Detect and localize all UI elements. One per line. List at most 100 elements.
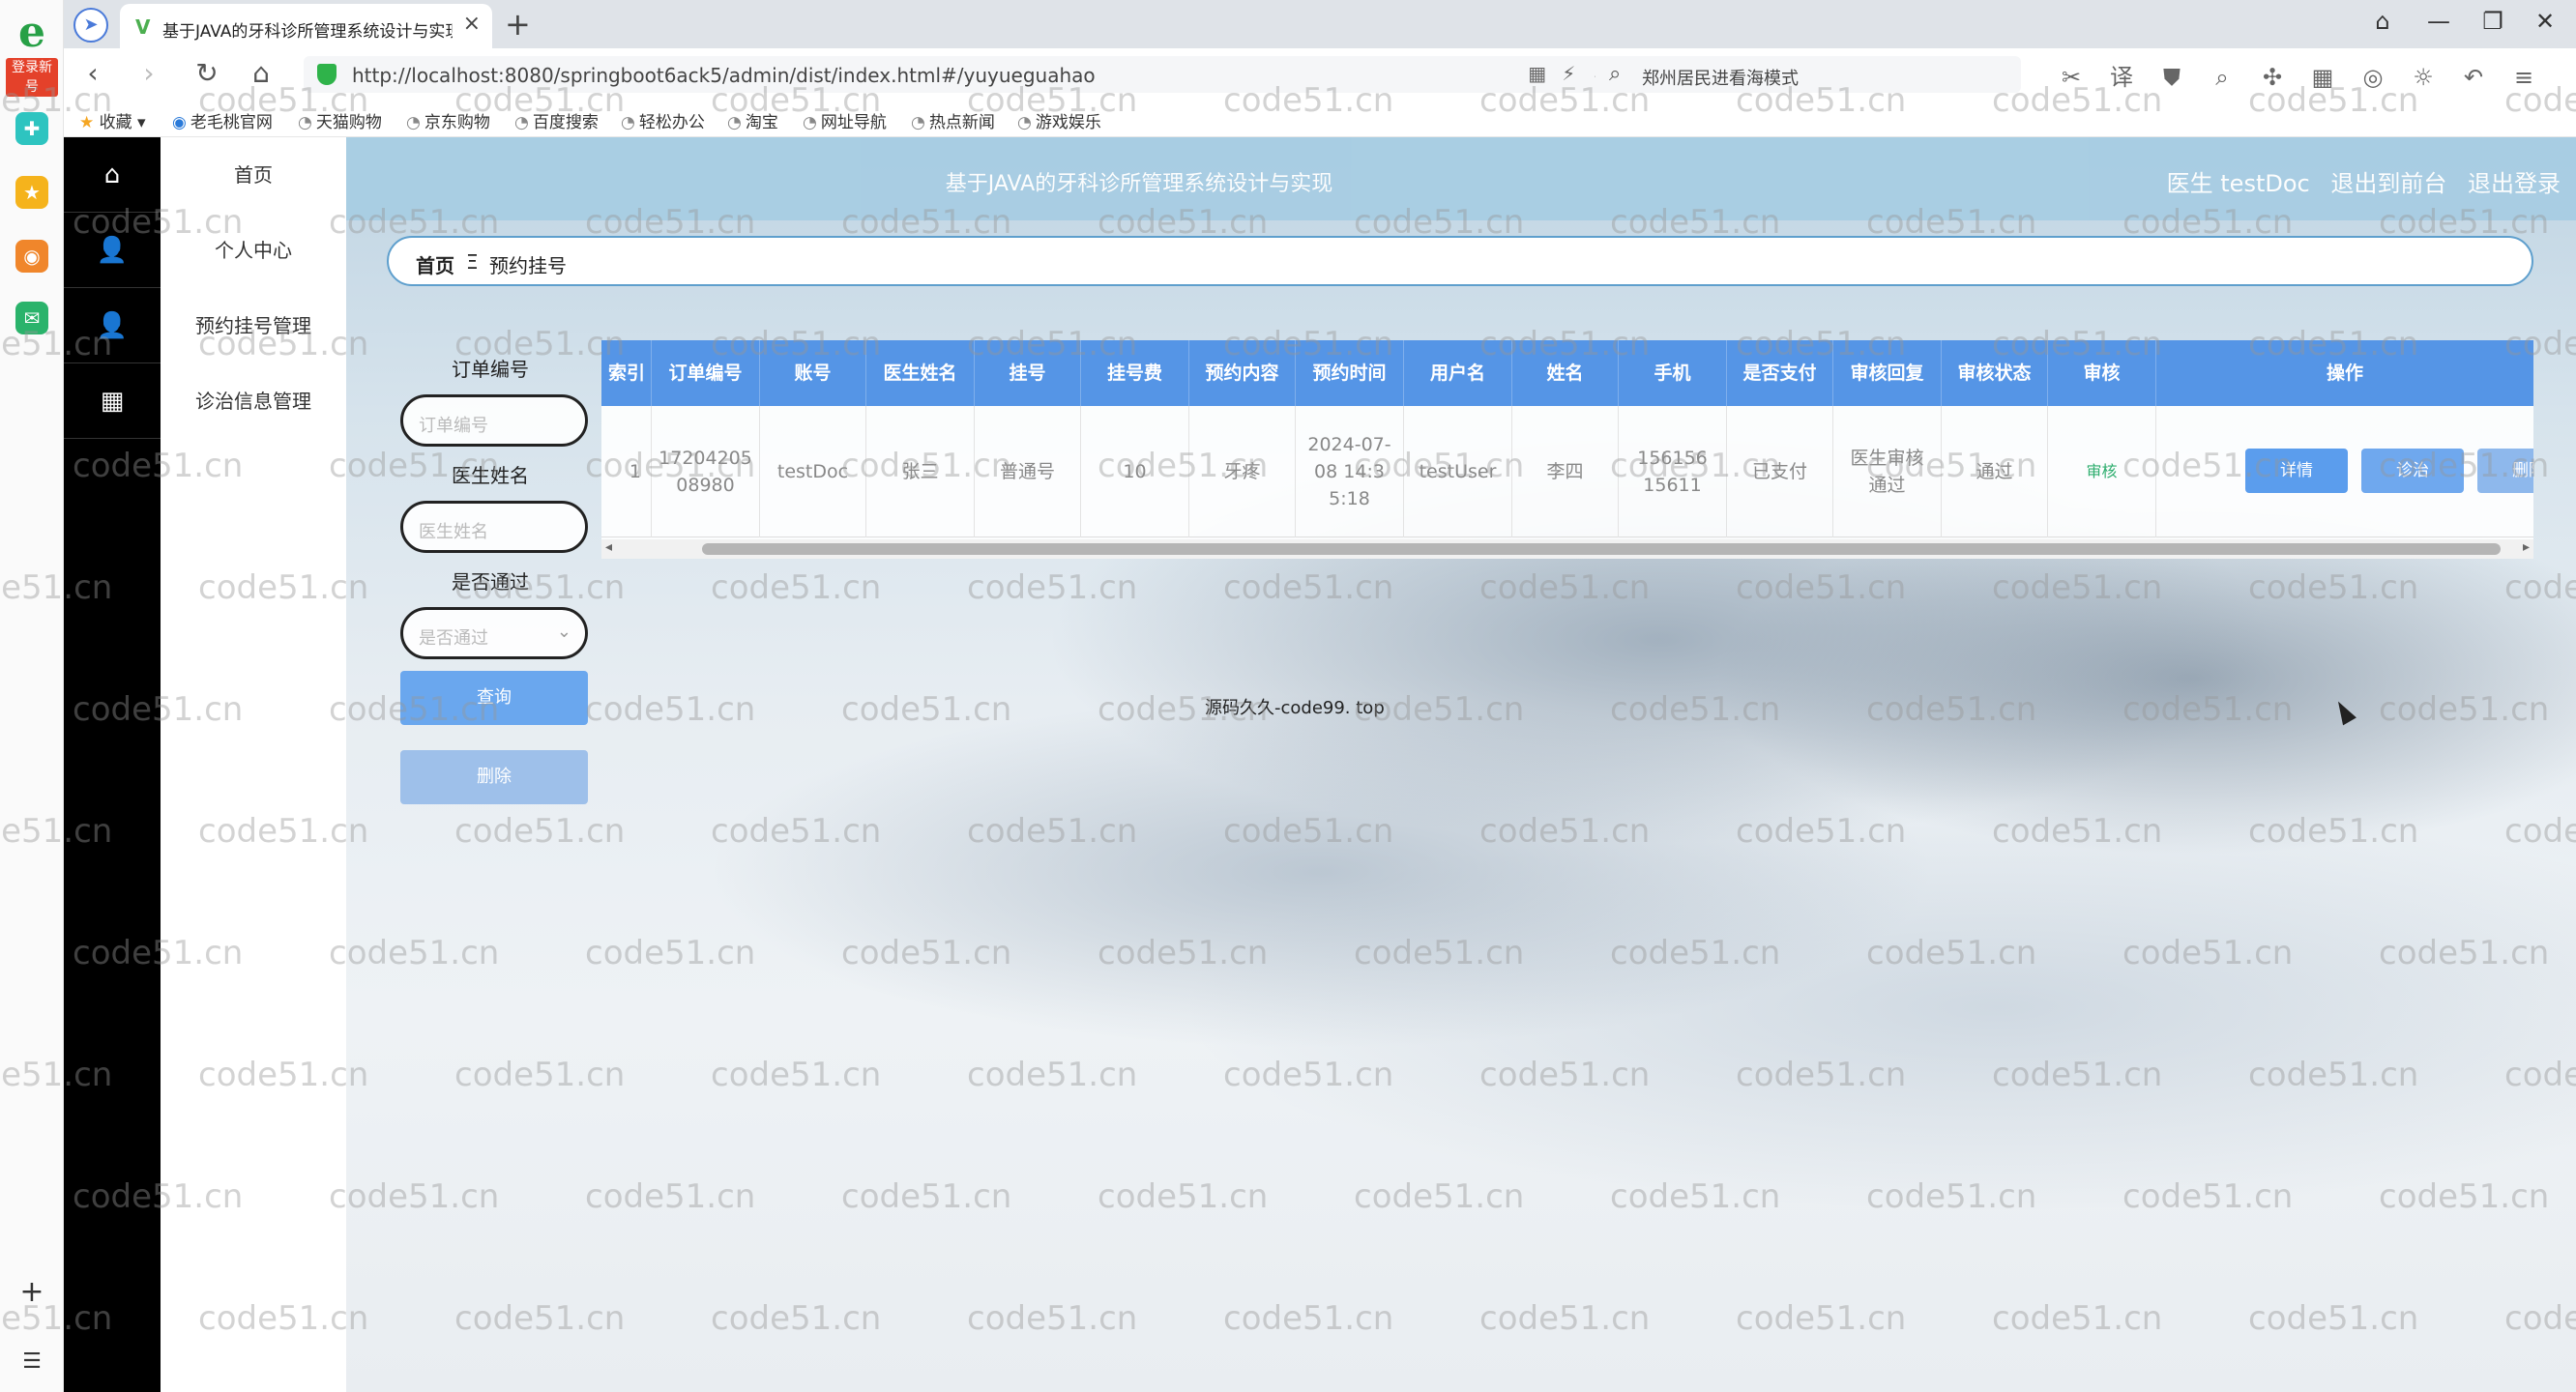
home-icon[interactable]: ⌂ (244, 58, 278, 89)
browser-logo[interactable]: e 登录新号 (6, 12, 58, 97)
plus-app-icon[interactable]: ✚ (15, 112, 48, 145)
puzzle-icon[interactable]: ✣ (2247, 64, 2298, 91)
horizontal-scrollbar[interactable]: ◂ ▸ (601, 539, 2533, 559)
shield-ext-icon[interactable]: ⛊ (2147, 64, 2197, 91)
tab-close-icon[interactable]: × (463, 12, 481, 36)
address-bar-row: ‹ › ↻ ⌂ http://localhost:8080/springboot… (64, 48, 2576, 99)
reload-icon[interactable]: ↻ (190, 58, 224, 89)
col-header: 账号 (760, 340, 866, 406)
col-header: 医生姓名 (866, 340, 975, 406)
doctor-name-input[interactable]: 医生姓名 (400, 501, 588, 553)
close-window-icon[interactable]: ✕ (2528, 8, 2562, 35)
extension-icons: ✂ 译 ⛊ ⌕ ✣ ▦ ◎ ☼ ↶ ≡ (2046, 58, 2549, 92)
bookmark-item[interactable]: ◉ 老毛桃官网 (172, 108, 273, 132)
bookmark-item[interactable]: ◔ 淘宝 (727, 108, 778, 132)
bookmark-favorites[interactable]: ★ 收藏 ▾ (79, 108, 146, 132)
home-nav-icon[interactable]: ⌂ (64, 137, 161, 213)
translate-icon[interactable]: 译 (2096, 58, 2147, 92)
logout-link[interactable]: 退出登录 (2468, 170, 2561, 197)
col-header: 用户名 (1404, 340, 1512, 406)
scroll-right-icon[interactable]: ▸ (2523, 539, 2530, 555)
browser-search-box[interactable]: ⌕ 郑州居民进看海模式 (1595, 56, 2021, 93)
bookmark-label: 收藏 (99, 113, 132, 132)
bookmark-item[interactable]: ◔ 百度搜索 (514, 108, 599, 132)
breadcrumb-separator: Ξ (466, 250, 479, 274)
cell-doctor: 张三 (866, 406, 975, 537)
icon-rail: ⌂ 👤 👤 ▦ (64, 137, 161, 1392)
address-bar[interactable]: http://localhost:8080/springboot6ack5/ad… (304, 56, 1638, 93)
brightness-icon[interactable]: ☼ (2398, 64, 2448, 91)
bookmark-label: 天猫购物 (315, 113, 382, 132)
order-no-input[interactable]: 订单编号 (400, 394, 588, 447)
col-header: 审核 (2048, 340, 2156, 406)
minimize-icon[interactable]: — (2421, 8, 2456, 35)
scissors-icon[interactable]: ✂ (2046, 64, 2096, 91)
delete-row-button[interactable]: 删除 (2477, 449, 2533, 493)
browser-tab[interactable]: V 基于JAVA的牙科诊所管理系统设计与实现 × (120, 4, 492, 48)
user-nav-icon[interactable]: 👤 (64, 213, 161, 288)
col-header: 索引 (601, 340, 652, 406)
bookmark-item[interactable]: ◔ 游戏娱乐 (1017, 108, 1101, 132)
cell-paid: 已支付 (1727, 406, 1833, 537)
user-nav-icon[interactable]: 👤 (64, 288, 161, 363)
scrollbar-thumb[interactable] (702, 543, 2501, 555)
undo-icon[interactable]: ↶ (2448, 64, 2499, 91)
list-icon[interactable]: ☰ (15, 1346, 48, 1378)
tab-strip: ➤ V 基于JAVA的牙科诊所管理系统设计与实现 × + ⌂ — ❐ ✕ (64, 0, 2576, 48)
doctor-name-label: 医生姓名 (452, 464, 529, 487)
browser-search-text[interactable]: 郑州居民进看海模式 (1642, 65, 1799, 90)
col-header: 订单编号 (652, 340, 760, 406)
header-user-area: 医生 testDoc 退出到前台 退出登录 (2153, 164, 2561, 198)
menu-item-treatment[interactable]: 诊治信息管理 (161, 363, 346, 439)
menu-item-profile[interactable]: 个人中心 (161, 213, 346, 288)
menu-icon[interactable]: ≡ (2499, 64, 2549, 91)
forward-icon[interactable]: › (132, 58, 166, 89)
scroll-left-icon[interactable]: ◂ (605, 539, 612, 555)
new-tab-icon[interactable]: + (505, 6, 531, 43)
bookmark-label: 轻松办公 (638, 113, 705, 132)
detail-button[interactable]: 详情 (2245, 449, 2348, 493)
bookmark-label: 老毛桃官网 (190, 113, 273, 132)
shirt-icon[interactable]: ⌂ (2365, 8, 2400, 35)
menu-item-home[interactable]: 首页 (161, 137, 346, 213)
secure-shield-icon (317, 64, 337, 85)
passed-select[interactable]: 是否通过 ⌄ (400, 607, 588, 659)
current-user: 医生 testDoc (2166, 170, 2310, 197)
bookmark-label: 网址导航 (820, 113, 887, 132)
audit-link[interactable]: 审核 (2086, 458, 2117, 485)
compass-icon[interactable]: ➤ (73, 8, 108, 43)
treat-button[interactable]: 诊治 (2361, 449, 2464, 493)
cell-name: 李四 (1512, 406, 1619, 537)
cell-audit: 审核 (2048, 406, 2156, 537)
add-icon[interactable]: + (15, 1276, 48, 1309)
grid-icon[interactable]: ▦ (2298, 64, 2348, 91)
find-icon[interactable]: ⌕ (2197, 64, 2247, 91)
back-icon[interactable]: ‹ (75, 58, 110, 89)
to-front-link[interactable]: 退出到前台 (2330, 170, 2446, 197)
cell-reply: 医生审核通过 (1833, 406, 1942, 537)
url-text[interactable]: http://localhost:8080/springboot6ack5/ad… (352, 64, 1096, 87)
sync-icon[interactable]: ◎ (2348, 64, 2398, 91)
star-app-icon[interactable]: ★ (15, 176, 48, 209)
breadcrumb-home[interactable]: 首页 (416, 250, 454, 278)
restore-icon[interactable]: ❐ (2475, 8, 2510, 35)
login-badge[interactable]: 登录新号 (6, 58, 58, 97)
tab-favicon-icon: V (135, 15, 151, 39)
menu-item-appointment[interactable]: 预约挂号管理 (161, 288, 346, 363)
bookmark-item[interactable]: ◔ 热点新闻 (911, 108, 995, 132)
bookmark-item[interactable]: ◔ 网址导航 (803, 108, 887, 132)
footer-text: 源码久久-code99. top (1205, 698, 1385, 718)
breadcrumb-current: 预约挂号 (489, 254, 567, 277)
query-button[interactable]: 查询 (400, 671, 588, 725)
mail-app-icon[interactable]: ✉ (15, 302, 48, 334)
bookmark-item[interactable]: ◔ 京东购物 (406, 108, 490, 132)
bookmark-label: 淘宝 (745, 113, 778, 132)
cell-fee: 10 (1081, 406, 1189, 537)
grid-nav-icon[interactable]: ▦ (64, 363, 161, 439)
cell-index: 1 (601, 406, 652, 537)
weibo-app-icon[interactable]: ◉ (15, 240, 48, 273)
table-header: 索引 订单编号 账号 医生姓名 挂号 挂号费 预约内容 预约时间 用户名 姓名 … (601, 340, 2533, 406)
bookmark-item[interactable]: ◔ 天猫购物 (298, 108, 382, 132)
bookmark-item[interactable]: ◔ 轻松办公 (621, 108, 705, 132)
batch-delete-button[interactable]: 删除 (400, 750, 588, 804)
